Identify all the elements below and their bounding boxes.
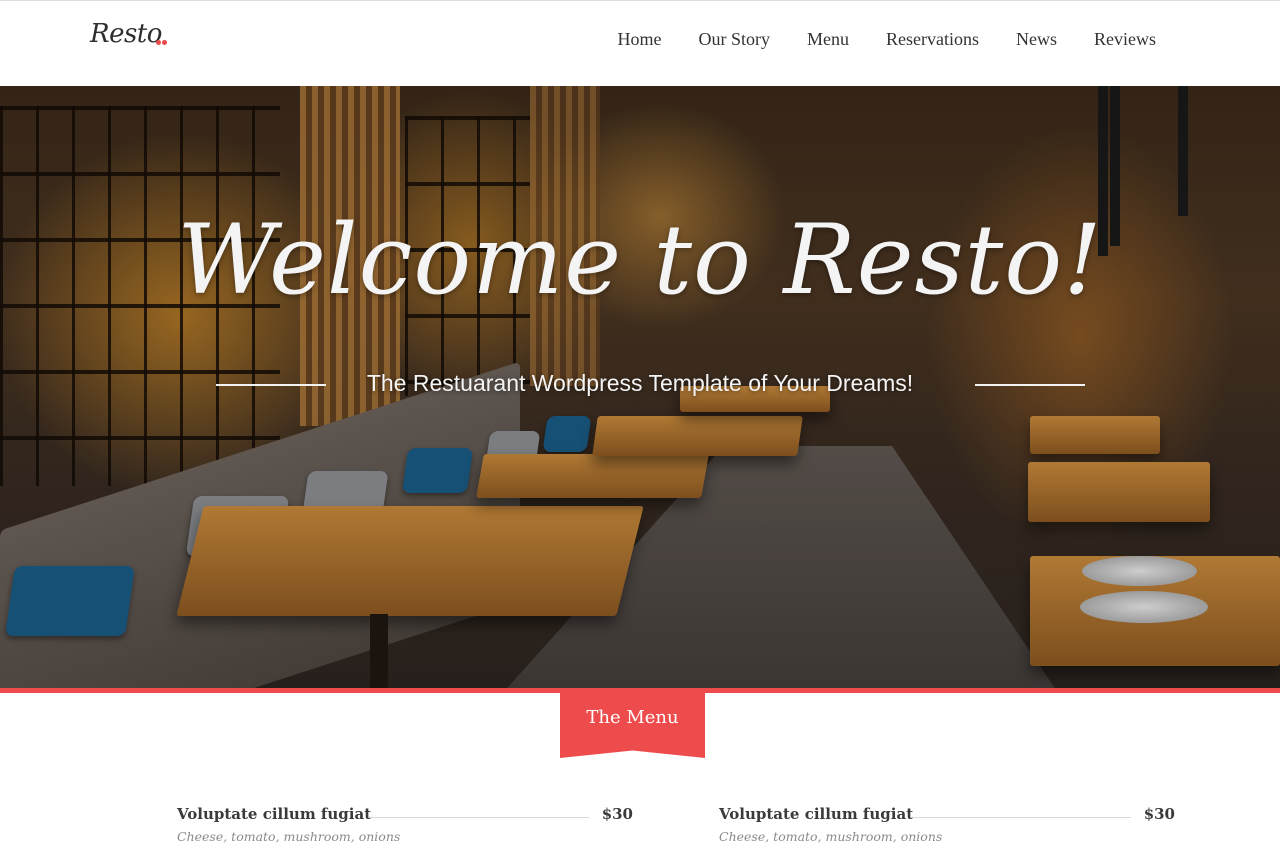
site-logo[interactable]: Resto — [90, 19, 162, 49]
main-nav: Home Our Story Menu Reservations News Re… — [618, 29, 1156, 50]
menu-section-title: The Menu — [586, 707, 679, 728]
logo-dots — [156, 40, 168, 46]
hero-subtitle: The Restuarant Wordpress Template of You… — [366, 370, 914, 396]
divider-line-right — [975, 384, 1085, 386]
menu-item-leader-line — [911, 817, 1131, 818]
hero-banner: Welcome to Resto! The Restuarant Wordpre… — [0, 86, 1280, 688]
hero-title: Welcome to Resto! — [177, 204, 1103, 316]
menu-item-name: Voluptate cillum fugiat — [719, 805, 914, 823]
menu-item-name: Voluptate cillum fugiat — [177, 805, 372, 823]
menu-item-leader-line — [369, 817, 589, 818]
nav-our-story[interactable]: Our Story — [699, 29, 771, 50]
menu-item-price: $30 — [601, 805, 633, 823]
nav-menu[interactable]: Menu — [807, 29, 849, 50]
nav-news[interactable]: News — [1016, 29, 1057, 50]
menu-item: Voluptate cillum fugiat $30 Cheese, toma… — [177, 805, 633, 845]
nav-reviews[interactable]: Reviews — [1094, 29, 1156, 50]
site-header: Resto Home Our Story Menu Reservations N… — [0, 0, 1280, 86]
nav-reservations[interactable]: Reservations — [886, 29, 979, 50]
menu-item-price: $30 — [1143, 805, 1175, 823]
menu-item: Voluptate cillum fugiat $30 Cheese, toma… — [719, 805, 1175, 845]
hero-subtitle-row: The Restuarant Wordpress Template of You… — [0, 370, 1280, 400]
menu-item-description: Cheese, tomato, mushroom, onions — [719, 829, 943, 844]
menu-item-description: Cheese, tomato, mushroom, onions — [177, 829, 401, 844]
nav-home[interactable]: Home — [618, 29, 662, 50]
